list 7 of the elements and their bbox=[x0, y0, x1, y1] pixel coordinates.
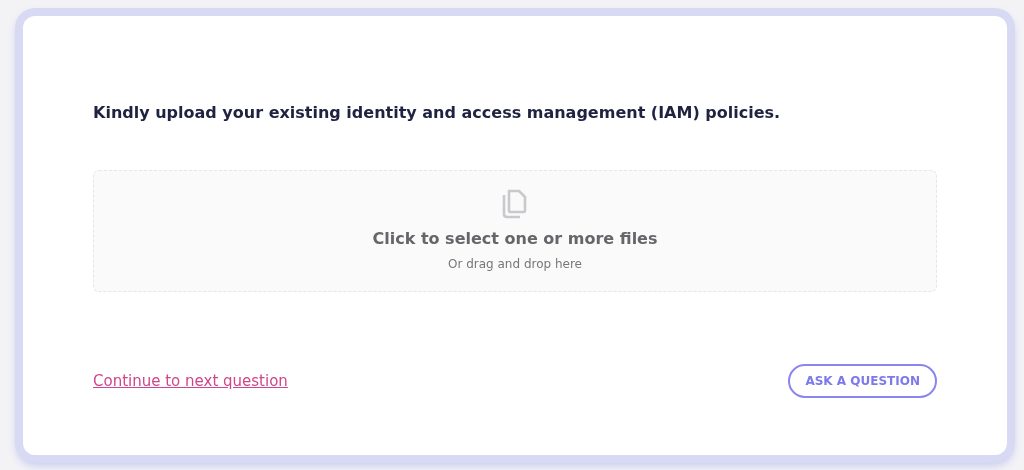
continue-link[interactable]: Continue to next question bbox=[93, 369, 288, 393]
file-dropzone[interactable]: Click to select one or more files Or drag and drop here bbox=[93, 170, 937, 292]
copy-files-icon bbox=[501, 189, 529, 219]
dropzone-hint: Or drag and drop here bbox=[448, 256, 582, 273]
dropzone-title: Click to select one or more files bbox=[372, 228, 658, 250]
ask-question-button[interactable]: ASK A QUESTION bbox=[788, 364, 937, 398]
question-text: Kindly upload your existing identity and access management (IAM) policies. bbox=[93, 102, 782, 124]
